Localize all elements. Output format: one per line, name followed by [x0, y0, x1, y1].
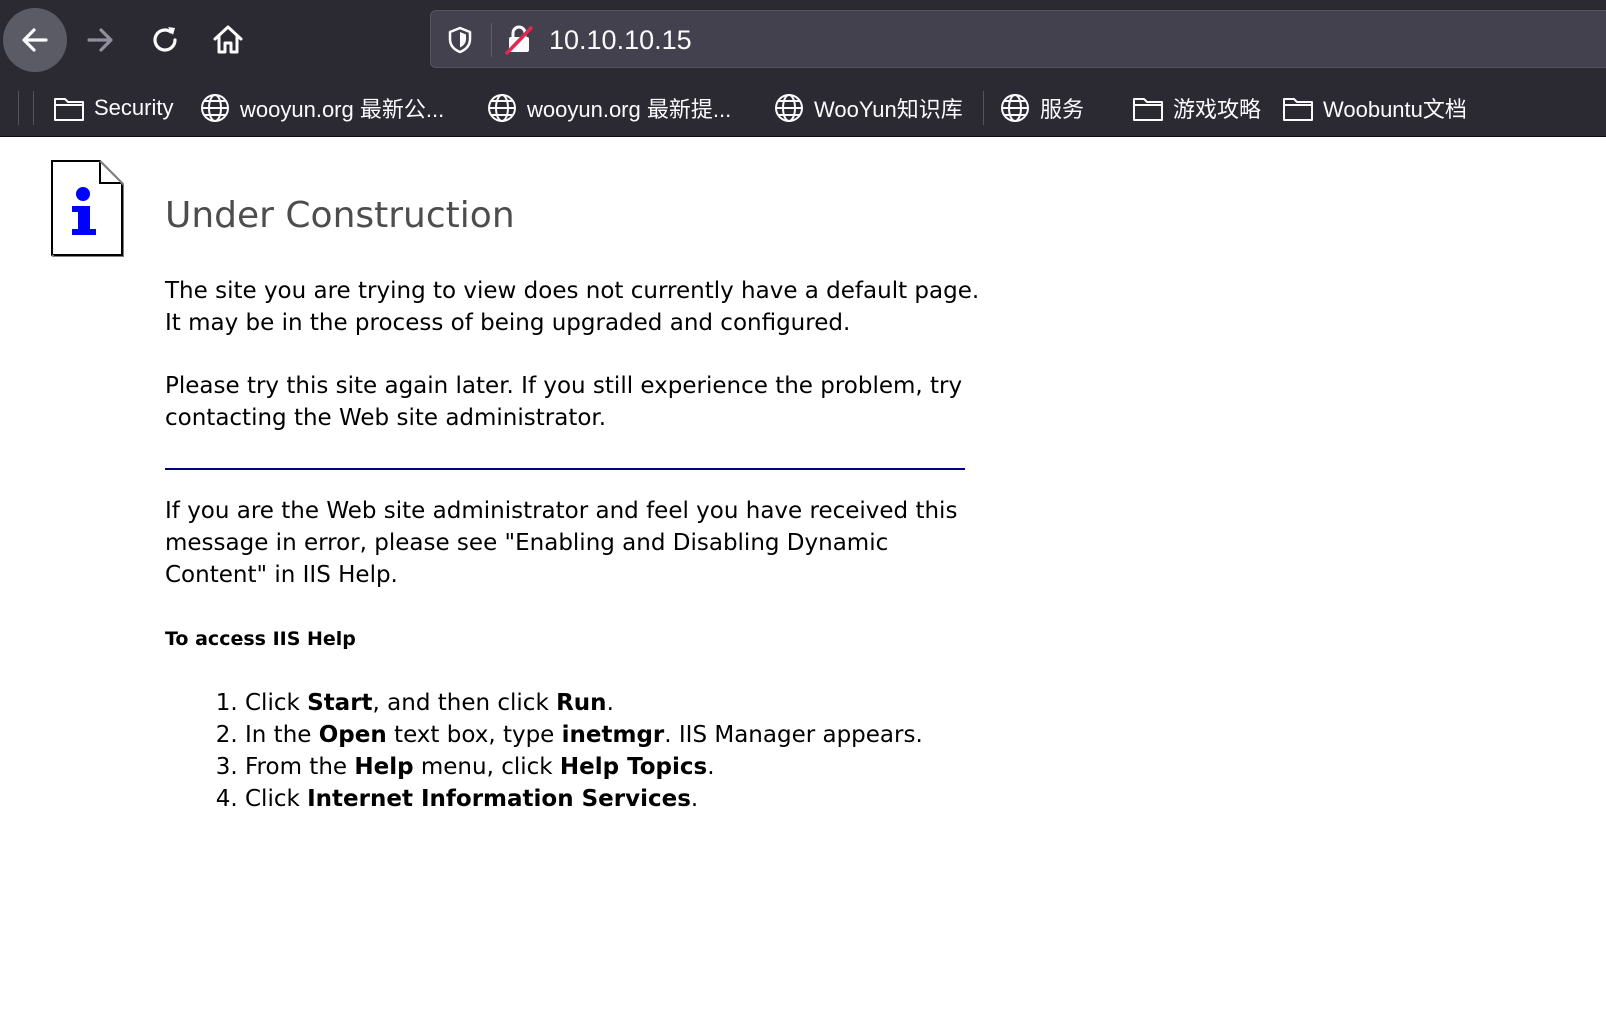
bookmark-label: 服务 — [1040, 97, 1085, 122]
info-document-icon — [50, 159, 125, 261]
bookmark-label: wooyun.org 最新公... — [240, 97, 445, 122]
bookmark-folder-security[interactable]: Security — [52, 88, 173, 128]
list-item: From the Help menu, click Help Topics. — [245, 751, 945, 783]
folder-icon — [1131, 92, 1165, 124]
bookmark-folder-woobuntu-docs[interactable]: Woobuntu文档 — [1281, 88, 1467, 128]
home-button[interactable] — [196, 8, 260, 72]
arrow-left-icon — [22, 28, 48, 52]
globe-icon — [772, 92, 806, 124]
arrow-right-icon — [87, 28, 113, 52]
reload-button[interactable] — [133, 8, 197, 72]
bookmark-label: Security — [94, 95, 174, 120]
globe-icon — [485, 92, 519, 124]
url-bar-divider — [491, 23, 492, 57]
back-button[interactable] — [3, 8, 67, 72]
tracking-protection-shield-icon[interactable] — [445, 25, 475, 59]
bookmarks-separator — [33, 91, 34, 125]
bookmark-wooyun-latest-submit[interactable]: wooyun.org 最新提... — [485, 88, 731, 128]
bookmarks-separator — [983, 91, 984, 125]
help-heading: To access IIS Help — [165, 628, 356, 650]
bookmark-label: 游戏攻略 — [1173, 97, 1262, 122]
insecure-lock-icon[interactable] — [503, 24, 535, 60]
list-item: In the Open text box, type inetmgr. IIS … — [245, 719, 945, 751]
reload-icon — [153, 27, 177, 52]
folder-icon — [52, 92, 86, 124]
page-content: Under Construction The site you are tryi… — [0, 137, 1606, 1020]
globe-icon — [198, 92, 232, 124]
bookmark-label: wooyun.org 最新提... — [527, 97, 732, 122]
message-paragraph: The site you are trying to view does not… — [165, 278, 980, 336]
home-icon — [213, 25, 243, 54]
url-text[interactable]: 10.10.10.15 — [549, 23, 692, 57]
bookmark-label: WooYun知识库 — [814, 97, 963, 122]
horizontal-rule — [165, 468, 965, 470]
bookmarks-toolbar: Security wooyun.org 最新公... wooyun.org 最新… — [0, 80, 1606, 137]
folder-icon — [1281, 92, 1315, 124]
admin-message-paragraph: If you are the Web site administrator an… — [165, 498, 958, 588]
message-paragraph: Please try this site again later. If you… — [165, 373, 963, 431]
bookmark-label: Woobuntu文档 — [1323, 97, 1467, 122]
list-item: Click Start, and then click Run. — [245, 687, 945, 719]
help-steps-list: Click Start, and then click Run. In the … — [165, 687, 945, 815]
list-item: Click Internet Information Services. — [245, 783, 945, 815]
bookmark-wooyun-knowledge[interactable]: WooYun知识库 — [772, 88, 963, 128]
bookmark-wooyun-latest-public[interactable]: wooyun.org 最新公... — [198, 88, 444, 128]
forward-button[interactable] — [68, 8, 132, 72]
bookmark-folder-game-guides[interactable]: 游戏攻略 — [1131, 88, 1261, 128]
bookmarks-separator — [18, 91, 19, 125]
globe-icon — [998, 92, 1032, 124]
url-bar[interactable]: 10.10.10.15 — [430, 10, 1606, 68]
browser-toolbar: 10.10.10.15 — [0, 0, 1606, 80]
page-title: Under Construction — [165, 195, 515, 236]
bookmark-services[interactable]: 服务 — [998, 88, 1084, 128]
